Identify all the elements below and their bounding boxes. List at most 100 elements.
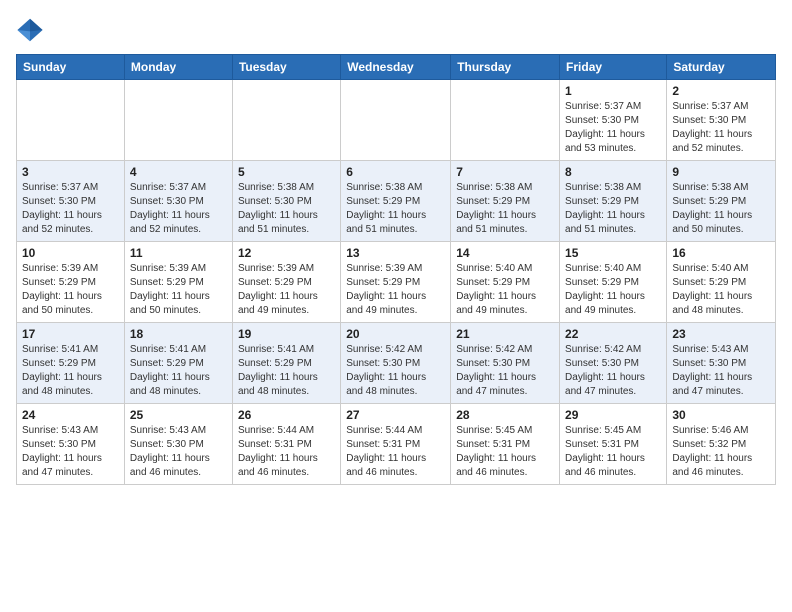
calendar: SundayMondayTuesdayWednesdayThursdayFrid…	[16, 54, 776, 485]
calendar-cell: 5 Sunrise: 5:38 AM Sunset: 5:30 PM Daylig…	[232, 161, 340, 242]
day-info: Sunrise: 5:42 AM Sunset: 5:30 PM Dayligh…	[565, 343, 661, 399]
calendar-header-row: SundayMondayTuesdayWednesdayThursdayFrid…	[17, 55, 776, 80]
calendar-cell: 19 Sunrise: 5:41 AM Sunset: 5:29 PM Dayli…	[232, 323, 340, 404]
calendar-week-row: 10 Sunrise: 5:39 AM Sunset: 5:29 PM Dayli…	[17, 242, 776, 323]
day-info: Sunrise: 5:46 AM Sunset: 5:32 PM Dayligh…	[672, 424, 770, 480]
logo-icon	[16, 16, 44, 44]
calendar-cell	[232, 80, 340, 161]
day-number: 14	[456, 246, 554, 260]
calendar-header-monday: Monday	[124, 55, 232, 80]
day-number: 5	[238, 165, 335, 179]
calendar-cell: 7 Sunrise: 5:38 AM Sunset: 5:29 PM Daylig…	[451, 161, 560, 242]
day-info: Sunrise: 5:37 AM Sunset: 5:30 PM Dayligh…	[565, 100, 661, 156]
day-number: 27	[346, 408, 445, 422]
calendar-week-row: 17 Sunrise: 5:41 AM Sunset: 5:29 PM Dayli…	[17, 323, 776, 404]
day-number: 20	[346, 327, 445, 341]
day-number: 17	[22, 327, 119, 341]
day-info: Sunrise: 5:39 AM Sunset: 5:29 PM Dayligh…	[346, 262, 445, 318]
day-number: 4	[130, 165, 227, 179]
day-info: Sunrise: 5:43 AM Sunset: 5:30 PM Dayligh…	[22, 424, 119, 480]
day-info: Sunrise: 5:42 AM Sunset: 5:30 PM Dayligh…	[456, 343, 554, 399]
day-number: 24	[22, 408, 119, 422]
day-number: 12	[238, 246, 335, 260]
day-info: Sunrise: 5:40 AM Sunset: 5:29 PM Dayligh…	[672, 262, 770, 318]
day-number: 23	[672, 327, 770, 341]
day-number: 9	[672, 165, 770, 179]
calendar-cell: 28 Sunrise: 5:45 AM Sunset: 5:31 PM Dayli…	[451, 404, 560, 485]
calendar-cell: 13Sunrise: 5:39 AM Sunset: 5:29 PM Dayli…	[341, 242, 451, 323]
day-info: Sunrise: 5:44 AM Sunset: 5:31 PM Dayligh…	[346, 424, 445, 480]
calendar-cell: 1 Sunrise: 5:37 AM Sunset: 5:30 PM Daylig…	[560, 80, 667, 161]
day-info: Sunrise: 5:37 AM Sunset: 5:30 PM Dayligh…	[672, 100, 770, 156]
day-number: 15	[565, 246, 661, 260]
calendar-header-sunday: Sunday	[17, 55, 125, 80]
day-info: Sunrise: 5:41 AM Sunset: 5:29 PM Dayligh…	[130, 343, 227, 399]
day-info: Sunrise: 5:44 AM Sunset: 5:31 PM Dayligh…	[238, 424, 335, 480]
calendar-cell: 20Sunrise: 5:42 AM Sunset: 5:30 PM Dayli…	[341, 323, 451, 404]
day-number: 3	[22, 165, 119, 179]
calendar-header-thursday: Thursday	[451, 55, 560, 80]
calendar-cell	[17, 80, 125, 161]
day-number: 22	[565, 327, 661, 341]
day-number: 18	[130, 327, 227, 341]
day-info: Sunrise: 5:38 AM Sunset: 5:29 PM Dayligh…	[346, 181, 445, 237]
calendar-cell: 16 Sunrise: 5:40 AM Sunset: 5:29 PM Dayli…	[667, 242, 776, 323]
calendar-cell: 18 Sunrise: 5:41 AM Sunset: 5:29 PM Dayli…	[124, 323, 232, 404]
day-number: 8	[565, 165, 661, 179]
day-number: 28	[456, 408, 554, 422]
calendar-cell	[341, 80, 451, 161]
day-number: 10	[22, 246, 119, 260]
day-info: Sunrise: 5:43 AM Sunset: 5:30 PM Dayligh…	[130, 424, 227, 480]
day-number: 29	[565, 408, 661, 422]
calendar-cell: 2 Sunrise: 5:37 AM Sunset: 5:30 PM Daylig…	[667, 80, 776, 161]
calendar-header-saturday: Saturday	[667, 55, 776, 80]
calendar-cell: 22 Sunrise: 5:42 AM Sunset: 5:30 PM Dayli…	[560, 323, 667, 404]
calendar-cell: 27 Sunrise: 5:44 AM Sunset: 5:31 PM Dayli…	[341, 404, 451, 485]
calendar-cell: 14 Sunrise: 5:40 AM Sunset: 5:29 PM Dayli…	[451, 242, 560, 323]
calendar-cell: 25 Sunrise: 5:43 AM Sunset: 5:30 PM Dayli…	[124, 404, 232, 485]
day-info: Sunrise: 5:38 AM Sunset: 5:30 PM Dayligh…	[238, 181, 335, 237]
day-number: 1	[565, 84, 661, 98]
day-info: Sunrise: 5:39 AM Sunset: 5:29 PM Dayligh…	[130, 262, 227, 318]
day-info: Sunrise: 5:45 AM Sunset: 5:31 PM Dayligh…	[565, 424, 661, 480]
day-number: 30	[672, 408, 770, 422]
calendar-header-friday: Friday	[560, 55, 667, 80]
header	[16, 16, 776, 44]
day-info: Sunrise: 5:38 AM Sunset: 5:29 PM Dayligh…	[672, 181, 770, 237]
day-number: 21	[456, 327, 554, 341]
day-number: 25	[130, 408, 227, 422]
calendar-header-tuesday: Tuesday	[232, 55, 340, 80]
calendar-cell: 24 Sunrise: 5:43 AM Sunset: 5:30 PM Dayli…	[17, 404, 125, 485]
day-number: 16	[672, 246, 770, 260]
calendar-cell: 29 Sunrise: 5:45 AM Sunset: 5:31 PM Dayli…	[560, 404, 667, 485]
calendar-header-wednesday: Wednesday	[341, 55, 451, 80]
day-number: 6	[346, 165, 445, 179]
calendar-cell: 21 Sunrise: 5:42 AM Sunset: 5:30 PM Dayli…	[451, 323, 560, 404]
day-number: 2	[672, 84, 770, 98]
calendar-cell: 9 Sunrise: 5:38 AM Sunset: 5:29 PM Daylig…	[667, 161, 776, 242]
day-info: Sunrise: 5:41 AM Sunset: 5:29 PM Dayligh…	[22, 343, 119, 399]
calendar-cell: 11 Sunrise: 5:39 AM Sunset: 5:29 PM Dayli…	[124, 242, 232, 323]
day-info: Sunrise: 5:39 AM Sunset: 5:29 PM Dayligh…	[22, 262, 119, 318]
calendar-cell: 3 Sunrise: 5:37 AM Sunset: 5:30 PM Daylig…	[17, 161, 125, 242]
day-number: 19	[238, 327, 335, 341]
calendar-cell: 10 Sunrise: 5:39 AM Sunset: 5:29 PM Dayli…	[17, 242, 125, 323]
day-info: Sunrise: 5:39 AM Sunset: 5:29 PM Dayligh…	[238, 262, 335, 318]
day-info: Sunrise: 5:38 AM Sunset: 5:29 PM Dayligh…	[565, 181, 661, 237]
calendar-cell: 15Sunrise: 5:40 AM Sunset: 5:29 PM Dayli…	[560, 242, 667, 323]
day-number: 11	[130, 246, 227, 260]
calendar-cell	[124, 80, 232, 161]
day-info: Sunrise: 5:45 AM Sunset: 5:31 PM Dayligh…	[456, 424, 554, 480]
calendar-cell: 30 Sunrise: 5:46 AM Sunset: 5:32 PM Dayli…	[667, 404, 776, 485]
calendar-cell: 6 Sunrise: 5:38 AM Sunset: 5:29 PM Daylig…	[341, 161, 451, 242]
day-info: Sunrise: 5:40 AM Sunset: 5:29 PM Dayligh…	[456, 262, 554, 318]
calendar-cell: 12 Sunrise: 5:39 AM Sunset: 5:29 PM Dayli…	[232, 242, 340, 323]
day-info: Sunrise: 5:43 AM Sunset: 5:30 PM Dayligh…	[672, 343, 770, 399]
day-info: Sunrise: 5:37 AM Sunset: 5:30 PM Dayligh…	[22, 181, 119, 237]
logo	[16, 16, 48, 44]
day-info: Sunrise: 5:38 AM Sunset: 5:29 PM Dayligh…	[456, 181, 554, 237]
calendar-cell: 17 Sunrise: 5:41 AM Sunset: 5:29 PM Dayli…	[17, 323, 125, 404]
day-info: Sunrise: 5:41 AM Sunset: 5:29 PM Dayligh…	[238, 343, 335, 399]
day-number: 7	[456, 165, 554, 179]
calendar-cell	[451, 80, 560, 161]
